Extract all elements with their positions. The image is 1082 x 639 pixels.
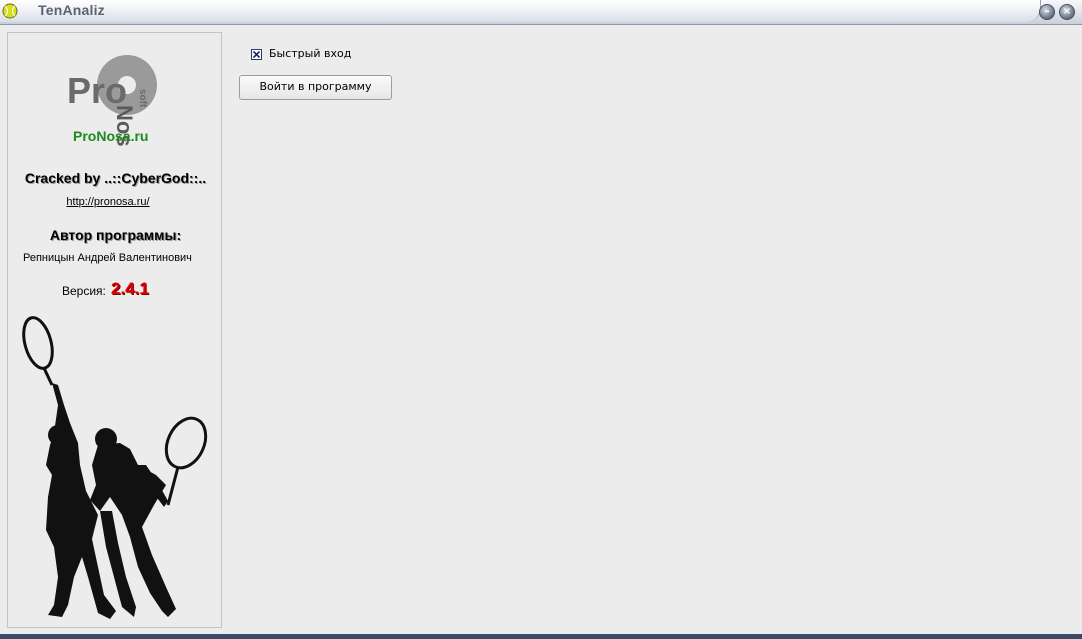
title-bar[interactable]: TenAnaliz – × [0,0,1082,25]
website-link[interactable]: http://pronosa.ru/ [8,196,208,208]
close-button[interactable]: × [1059,4,1075,20]
minimize-button[interactable]: – [1039,4,1055,20]
taskbar-strip [0,634,1082,639]
author-name: Репницын Андрей Валентинович [23,252,192,264]
minimize-icon: – [1044,6,1050,17]
login-button[interactable]: Войти в программу [239,75,392,100]
cracked-by-text: Cracked by ..::CyberGod::.. [24,170,207,186]
about-panel: Pro Nosa soft ProNosa.ru Cracked by ..::… [7,32,222,628]
app-window: TenAnaliz – × Pro Nosa soft ProNosa.ru C… [0,0,1082,639]
pronosa-logo: Pro Nosa soft ProNosa.ru [67,55,157,146]
close-icon: × [1062,6,1072,17]
window-title: TenAnaliz [38,2,105,18]
author-heading: Автор программы: [49,227,182,243]
check-icon [252,50,261,59]
tennis-players-silhouette [22,316,208,619]
logo-soft-text: soft [137,89,148,108]
title-tab [0,0,1041,22]
logo-caption: ProNosa.ru [73,128,148,144]
quick-login-label: Быстрый вход [269,47,352,60]
version-value: 2.4.1 [111,279,149,298]
tennis-ball-icon [2,3,18,19]
version-label: Версия: [62,284,106,298]
quick-login-checkbox[interactable] [251,49,262,60]
